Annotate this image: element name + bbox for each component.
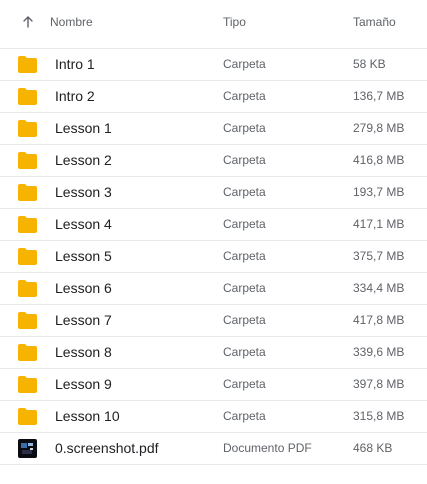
file-name: Lesson 8 — [55, 344, 112, 360]
folder-icon — [18, 88, 37, 105]
file-type: Carpeta — [223, 153, 266, 167]
file-row[interactable]: Lesson 4 Carpeta 417,1 MB — [0, 209, 427, 241]
file-row[interactable]: Lesson 9 Carpeta 397,8 MB — [0, 369, 427, 401]
file-size: 417,8 MB — [353, 313, 405, 327]
file-type: Carpeta — [223, 281, 266, 295]
file-name: Lesson 10 — [55, 408, 120, 424]
folder-icon — [18, 152, 37, 169]
file-name: Intro 1 — [55, 56, 95, 72]
folder-icon — [18, 216, 37, 233]
file-type: Carpeta — [223, 89, 266, 103]
file-row[interactable]: Intro 2 Carpeta 136,7 MB — [0, 81, 427, 113]
sort-ascending-arrow-icon[interactable] — [20, 14, 36, 30]
file-name: Lesson 4 — [55, 216, 112, 232]
file-row[interactable]: Lesson 5 Carpeta 375,7 MB — [0, 241, 427, 273]
column-header-type[interactable]: Tipo — [223, 15, 246, 29]
file-name: 0.screenshot.pdf — [55, 440, 159, 456]
file-type: Carpeta — [223, 377, 266, 391]
file-row[interactable]: Lesson 6 Carpeta 334,4 MB — [0, 273, 427, 305]
file-row[interactable]: Lesson 2 Carpeta 416,8 MB — [0, 145, 427, 177]
file-size: 58 KB — [353, 57, 386, 71]
file-row[interactable]: Lesson 3 Carpeta 193,7 MB — [0, 177, 427, 209]
file-row[interactable]: Intro 1 Carpeta 58 KB — [0, 49, 427, 81]
folder-icon — [18, 56, 37, 73]
file-row[interactable]: 0.screenshot.pdf Documento PDF 468 KB — [0, 433, 427, 465]
folder-icon — [18, 312, 37, 329]
column-header-size[interactable]: Tamaño — [353, 15, 396, 29]
file-type: Carpeta — [223, 57, 266, 71]
folder-icon — [18, 376, 37, 393]
file-size: 136,7 MB — [353, 89, 405, 103]
file-type: Carpeta — [223, 249, 266, 263]
file-name: Lesson 5 — [55, 248, 112, 264]
file-type: Carpeta — [223, 217, 266, 231]
file-size: 375,7 MB — [353, 249, 405, 263]
file-type: Carpeta — [223, 313, 266, 327]
file-name: Lesson 2 — [55, 152, 112, 168]
file-size: 279,8 MB — [353, 121, 405, 135]
folder-icon — [18, 120, 37, 137]
file-row[interactable]: Lesson 10 Carpeta 315,8 MB — [0, 401, 427, 433]
file-type: Carpeta — [223, 345, 266, 359]
file-row[interactable]: Lesson 1 Carpeta 279,8 MB — [0, 113, 427, 145]
file-size: 339,6 MB — [353, 345, 405, 359]
file-size: 193,7 MB — [353, 185, 405, 199]
file-name: Intro 2 — [55, 88, 95, 104]
folder-icon — [18, 344, 37, 361]
file-name: Lesson 7 — [55, 312, 112, 328]
file-name: Lesson 1 — [55, 120, 112, 136]
file-type: Carpeta — [223, 409, 266, 423]
file-size: 468 KB — [353, 441, 393, 455]
file-name: Lesson 9 — [55, 376, 112, 392]
column-header-name[interactable]: Nombre — [50, 15, 93, 29]
file-row[interactable]: Lesson 7 Carpeta 417,8 MB — [0, 305, 427, 337]
file-size: 417,1 MB — [353, 217, 405, 231]
file-size: 397,8 MB — [353, 377, 405, 391]
file-rows: Intro 1 Carpeta 58 KB Intro 2 Carpeta 13… — [0, 49, 427, 465]
pdf-file-icon — [18, 439, 37, 458]
folder-icon — [18, 248, 37, 265]
file-name: Lesson 6 — [55, 280, 112, 296]
file-type: Documento PDF — [223, 441, 312, 455]
file-list: Nombre Tipo Tamaño Intro 1 Carpeta 58 KB… — [0, 0, 427, 465]
file-size: 315,8 MB — [353, 409, 405, 423]
folder-icon — [18, 184, 37, 201]
file-size: 334,4 MB — [353, 281, 405, 295]
folder-icon — [18, 408, 37, 425]
file-type: Carpeta — [223, 121, 266, 135]
file-row[interactable]: Lesson 8 Carpeta 339,6 MB — [0, 337, 427, 369]
folder-icon — [18, 280, 37, 297]
file-name: Lesson 3 — [55, 184, 112, 200]
file-type: Carpeta — [223, 185, 266, 199]
file-list-header: Nombre Tipo Tamaño — [0, 0, 427, 49]
file-size: 416,8 MB — [353, 153, 405, 167]
